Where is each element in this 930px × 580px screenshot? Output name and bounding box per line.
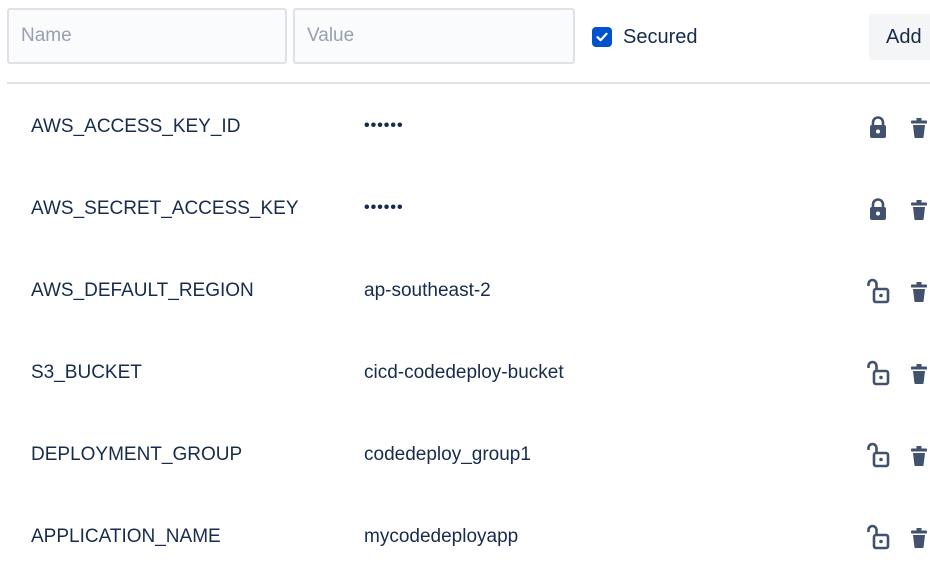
- variable-value: ••••••: [364, 199, 404, 216]
- variable-name: APPLICATION_NAME: [31, 526, 221, 547]
- variable-name: AWS_SECRET_ACCESS_KEY: [31, 198, 299, 219]
- trash-icon[interactable]: [911, 200, 927, 220]
- name-input[interactable]: [7, 8, 287, 64]
- secured-label: Secured: [623, 25, 698, 48]
- variable-row: APPLICATION_NAME mycodedeployapp: [0, 494, 930, 576]
- variable-value: cicd-codedeploy-bucket: [364, 362, 564, 383]
- variable-name: DEPLOYMENT_GROUP: [31, 444, 243, 465]
- variable-value: mycodedeployapp: [364, 526, 519, 547]
- lock-open-icon[interactable]: [866, 442, 890, 468]
- trash-icon[interactable]: [911, 364, 927, 384]
- lock-closed-icon[interactable]: [866, 196, 890, 222]
- variables-list: AWS_ACCESS_KEY_ID •••••• AWS_SECRET_ACCE…: [0, 84, 930, 576]
- trash-icon[interactable]: [911, 528, 927, 548]
- add-variable-form: Secured Add: [0, 0, 930, 84]
- lock-open-icon[interactable]: [866, 278, 890, 304]
- variable-value: ap-southeast-2: [364, 280, 491, 301]
- lock-open-icon[interactable]: [866, 524, 890, 550]
- add-button[interactable]: Add: [869, 14, 930, 60]
- trash-icon[interactable]: [911, 446, 927, 466]
- variable-row: DEPLOYMENT_GROUP codedeploy_group1: [0, 412, 930, 494]
- variable-name: AWS_DEFAULT_REGION: [31, 280, 254, 301]
- checkbox-checked-icon[interactable]: [592, 27, 612, 47]
- lock-closed-icon[interactable]: [866, 114, 890, 140]
- variable-value: codedeploy_group1: [364, 444, 531, 465]
- variable-row: AWS_DEFAULT_REGION ap-southeast-2: [0, 248, 930, 330]
- variable-row: AWS_ACCESS_KEY_ID ••••••: [0, 84, 930, 166]
- variable-value: ••••••: [364, 117, 404, 134]
- variable-name: S3_BUCKET: [31, 362, 142, 383]
- lock-open-icon[interactable]: [866, 360, 890, 386]
- value-input[interactable]: [293, 8, 575, 64]
- variable-row: S3_BUCKET cicd-codedeploy-bucket: [0, 330, 930, 412]
- trash-icon[interactable]: [911, 282, 927, 302]
- secured-checkbox[interactable]: Secured: [592, 24, 698, 50]
- trash-icon[interactable]: [911, 118, 927, 138]
- variable-row: AWS_SECRET_ACCESS_KEY ••••••: [0, 166, 930, 248]
- variable-name: AWS_ACCESS_KEY_ID: [31, 116, 241, 137]
